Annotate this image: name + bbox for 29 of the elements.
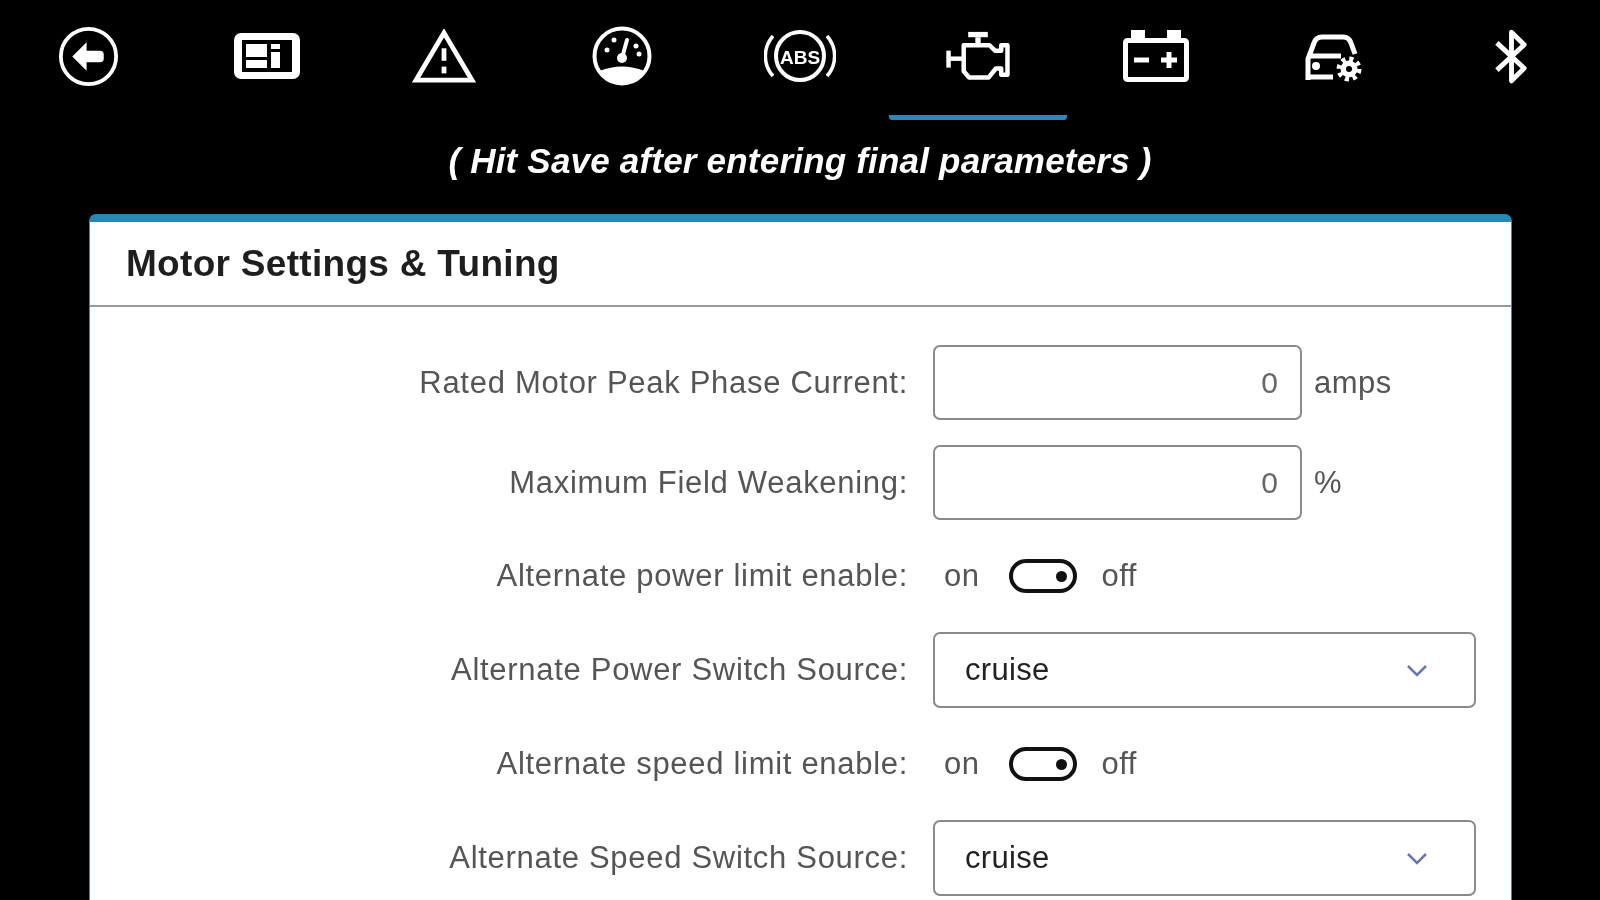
unit-label: % — [1314, 463, 1343, 502]
chevron-down-icon — [1406, 851, 1428, 865]
toggle-off-label: off — [1101, 745, 1137, 783]
battery-icon — [1122, 30, 1189, 82]
nav-tab[interactable]: ABS — [711, 0, 889, 120]
chevron-down-icon — [1406, 663, 1428, 677]
number-input[interactable]: 0 — [933, 445, 1302, 520]
warning-icon — [412, 29, 477, 83]
field-label: Alternate Power Switch Source: — [451, 651, 908, 689]
panel-layout-icon — [233, 33, 300, 79]
toggle-switch[interactable] — [1009, 747, 1078, 781]
toggle-on-label: on — [944, 557, 980, 595]
gauge-icon — [592, 26, 653, 86]
unit-label: amps — [1314, 363, 1392, 402]
back-icon — [58, 25, 120, 87]
field-label: Alternate power limit enable: — [496, 557, 908, 595]
toggle-on-label: on — [944, 745, 980, 783]
save-hint-text: ( Hit Save after entering final parameters ) — [448, 141, 1152, 181]
dropdown-select[interactable]: cruise — [933, 632, 1476, 708]
field-label: Alternate speed limit enable: — [496, 745, 908, 783]
field-label: Rated Motor Peak Phase Current: — [419, 363, 908, 402]
field-label: Alternate Speed Switch Source: — [449, 839, 908, 877]
engine-icon — [943, 31, 1012, 81]
number-input[interactable]: 0 — [933, 345, 1302, 420]
field-label: Maximum Field Weakening: — [509, 463, 908, 502]
dropdown-select[interactable]: cruise — [933, 820, 1476, 896]
toggle-off-label: off — [1101, 557, 1137, 595]
panel-title: Motor Settings & Tuning — [126, 241, 560, 286]
toggle-switch[interactable] — [1009, 559, 1078, 593]
